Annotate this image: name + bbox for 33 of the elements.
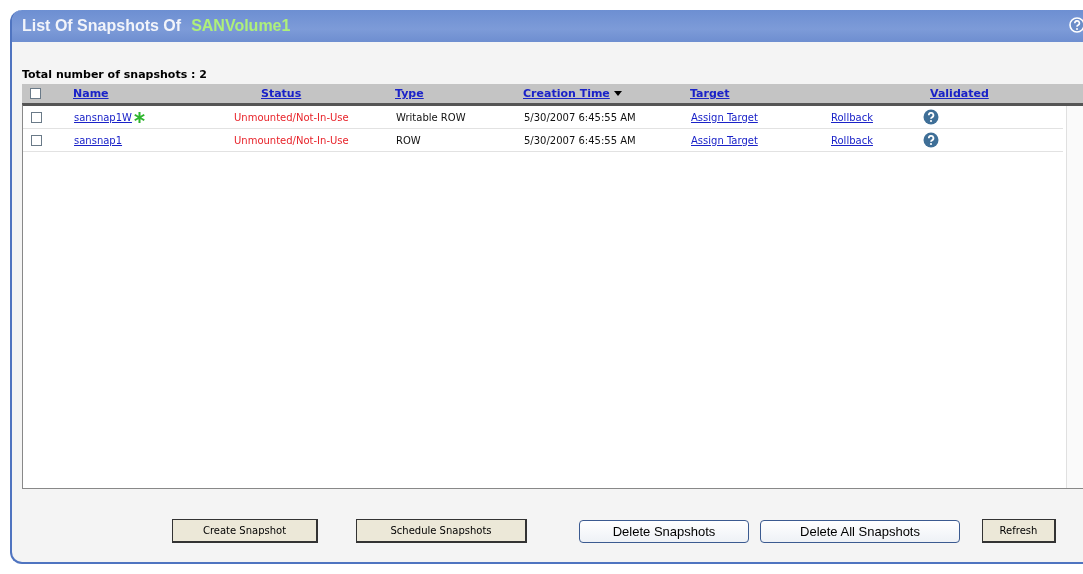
snapshot-link[interactable]: sansnap1W [74, 111, 132, 123]
column-header[interactable]: Validated [930, 87, 989, 100]
snapshot-link[interactable]: sansnap1 [74, 134, 123, 146]
snapshot-count: Total number of snapshots : 2 [22, 68, 208, 83]
scrollbar[interactable] [1066, 106, 1083, 488]
action-button[interactable]: Delete Snapshots [579, 519, 749, 543]
assign-target-link[interactable]: Assign Target [691, 111, 758, 123]
row-checkbox[interactable] [31, 111, 42, 123]
action-button[interactable]: Delete All Snapshots [760, 519, 960, 543]
row-checkbox[interactable] [31, 134, 42, 146]
creation-time: 5/30/2007 6:45:55 AM [524, 111, 636, 123]
status-text: Unmounted/Not-In-Use [234, 134, 349, 146]
volume-name: SANVolume1 [191, 17, 291, 35]
column-header[interactable]: Target [690, 87, 730, 100]
rollback-link[interactable]: Rollback [831, 111, 873, 123]
select-all-checkbox[interactable] [30, 88, 41, 99]
action-button[interactable]: Schedule Snapshots [356, 519, 527, 543]
type-text: ROW [396, 134, 421, 146]
assign-target-link[interactable]: Assign Target [691, 134, 758, 146]
rollback-link[interactable]: Rollback [831, 134, 873, 146]
column-header[interactable]: Creation Time [523, 87, 610, 100]
status-text: Unmounted/Not-In-Use [234, 111, 349, 123]
help-icon[interactable] [923, 132, 939, 148]
column-header[interactable]: Name [73, 87, 109, 100]
column-header[interactable]: Type [395, 87, 424, 100]
action-button[interactable]: Refresh [982, 519, 1056, 543]
column-header[interactable]: Status [261, 87, 302, 100]
help-icon[interactable] [923, 109, 939, 125]
panel-title: List Of Snapshots Of [22, 17, 182, 35]
creation-time: 5/30/2007 6:45:55 AM [524, 134, 636, 146]
type-text: Writable ROW [396, 111, 466, 123]
action-button[interactable]: Create Snapshot [172, 519, 318, 543]
help-icon[interactable] [1069, 17, 1083, 33]
